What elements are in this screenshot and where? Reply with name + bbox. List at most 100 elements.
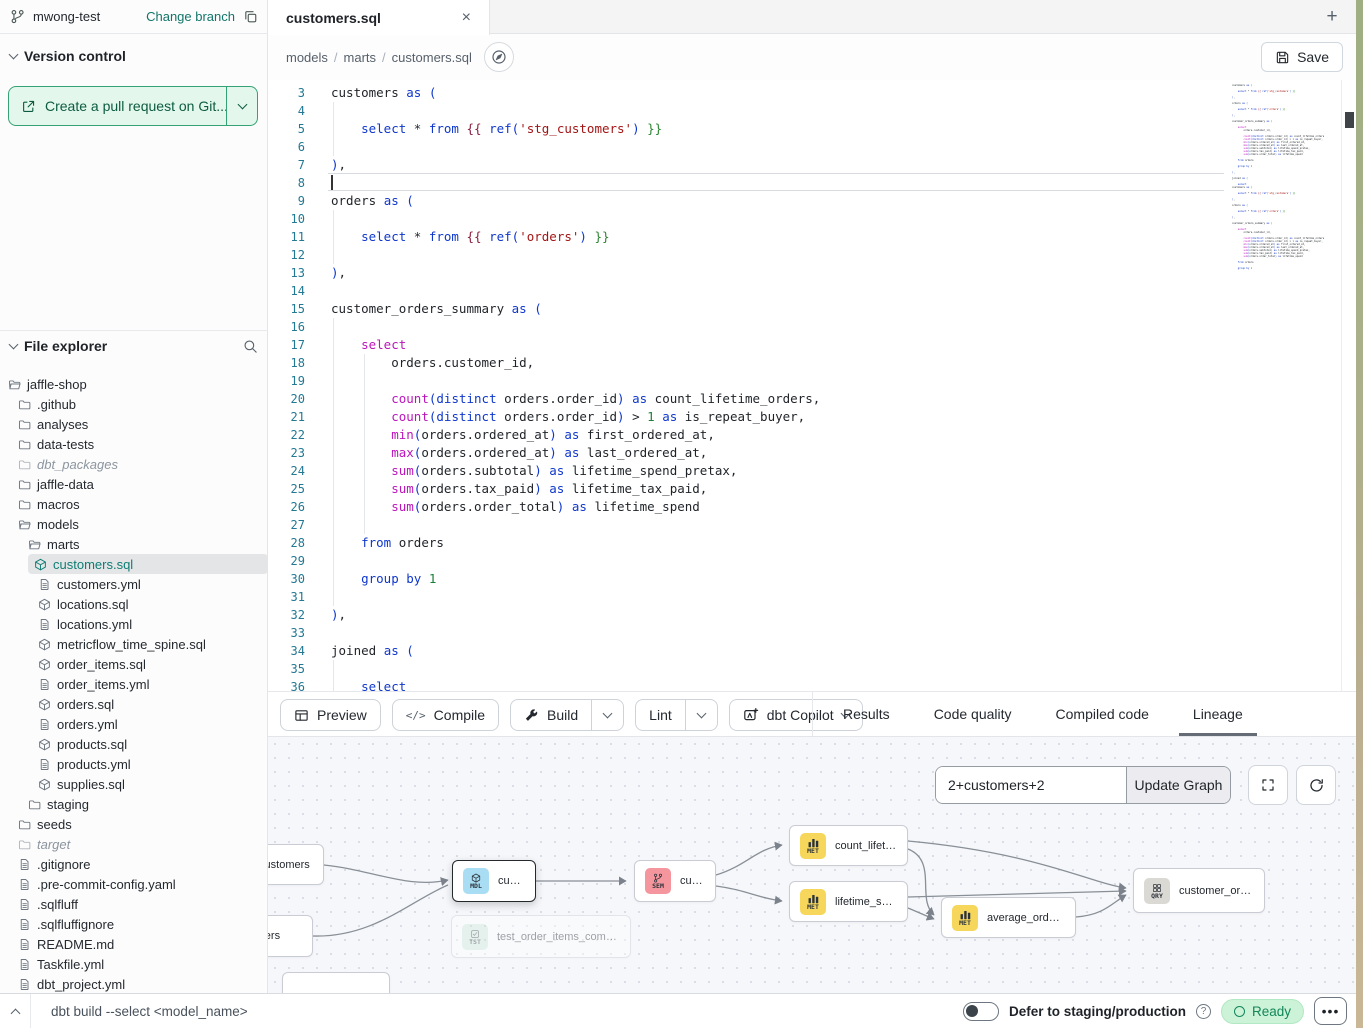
- breadcrumb-item[interactable]: marts: [344, 50, 377, 65]
- file-row-dbt-packages[interactable]: dbt_packages: [0, 454, 268, 474]
- code-line-30[interactable]: 30 group by 1: [268, 570, 1356, 588]
- version-control-header[interactable]: Version control: [0, 34, 267, 72]
- panel-tab-lineage[interactable]: Lineage: [1193, 692, 1243, 736]
- file-row-dbt-project-yml[interactable]: dbt_project.yml: [0, 974, 268, 993]
- code-editor[interactable]: customers as ( select * from {{ ref('stg…: [268, 80, 1356, 691]
- help-icon[interactable]: ?: [1196, 1004, 1211, 1019]
- copy-icon[interactable]: [243, 9, 258, 24]
- file-row-data-tests[interactable]: data-tests: [0, 434, 268, 454]
- file-row-seeds[interactable]: seeds: [0, 814, 268, 834]
- pr-dropdown-caret[interactable]: [227, 87, 257, 125]
- collapse-panel-button[interactable]: [0, 1006, 30, 1017]
- code-line-27[interactable]: 27: [268, 516, 1356, 534]
- code-line-9[interactable]: 9orders as (: [268, 192, 1356, 210]
- file-row-locations-sql[interactable]: locations.sql: [0, 594, 268, 614]
- fullscreen-button[interactable]: [1248, 765, 1288, 805]
- code-line-4[interactable]: 4: [268, 102, 1356, 120]
- build-dropdown-caret[interactable]: [592, 700, 623, 730]
- model-selector-input[interactable]: [936, 767, 1126, 803]
- file-row-products-sql[interactable]: products.sql: [0, 734, 268, 754]
- tab-customers-sql[interactable]: customers.sql ×: [268, 0, 490, 35]
- code-line-32[interactable]: 32),: [268, 606, 1356, 624]
- file-row-staging[interactable]: staging: [0, 794, 268, 814]
- compile-button[interactable]: </> Compile: [392, 699, 499, 731]
- code-line-15[interactable]: 15customer_orders_summary as (: [268, 300, 1356, 318]
- preview-button[interactable]: Preview: [280, 699, 381, 731]
- file-row-models[interactable]: models: [0, 514, 268, 534]
- lineage-node-stg_customers[interactable]: stg_customers: [268, 844, 324, 885]
- file-row-orders-sql[interactable]: orders.sql: [0, 694, 268, 714]
- lineage-node-orders[interactable]: orders: [268, 915, 313, 957]
- file-row--github[interactable]: .github: [0, 394, 268, 414]
- search-icon[interactable]: [243, 339, 258, 354]
- defer-toggle[interactable]: [963, 1002, 999, 1021]
- code-line-33[interactable]: 33: [268, 624, 1356, 642]
- lineage-node-average_order_value[interactable]: METaverage_order_value: [941, 897, 1076, 938]
- file-row-analyses[interactable]: analyses: [0, 414, 268, 434]
- file-row--sqlfluff[interactable]: .sqlfluff: [0, 894, 268, 914]
- file-row-products-yml[interactable]: products.yml: [0, 754, 268, 774]
- code-line-6[interactable]: 6: [268, 138, 1356, 156]
- code-line-28[interactable]: 28 from orders: [268, 534, 1356, 552]
- code-line-36[interactable]: 36 select: [268, 678, 1356, 691]
- code-line-25[interactable]: 25 sum(orders.tax_paid) as lifetime_tax_…: [268, 480, 1356, 498]
- file-explorer-header[interactable]: File explorer: [0, 334, 268, 358]
- lineage-node-partial-bottom[interactable]: [282, 972, 390, 993]
- file-row--pre-commit-config-yaml[interactable]: .pre-commit-config.yaml: [0, 874, 268, 894]
- lint-button[interactable]: Lint: [636, 700, 686, 730]
- file-row-locations-yml[interactable]: locations.yml: [0, 614, 268, 634]
- lineage-panel[interactable]: Update Graph stg_customersorders MDLcusto…: [268, 737, 1363, 993]
- code-line-34[interactable]: 34joined as (: [268, 642, 1356, 660]
- file-row--gitignore[interactable]: .gitignore: [0, 854, 268, 874]
- file-row--sqlfluffignore[interactable]: .sqlfluffignore: [0, 914, 268, 934]
- create-pr-button[interactable]: Create a pull request on Git...: [8, 86, 258, 126]
- build-button[interactable]: Build: [511, 700, 592, 730]
- compass-button[interactable]: [484, 42, 514, 72]
- file-row-order-items-yml[interactable]: order_items.yml: [0, 674, 268, 694]
- file-row-customers-sql[interactable]: customers.sql: [28, 554, 268, 574]
- new-tab-button[interactable]: +: [1319, 4, 1345, 30]
- file-row-supplies-sql[interactable]: supplies.sql: [0, 774, 268, 794]
- code-line-20[interactable]: 20 count(distinct orders.order_id) as co…: [268, 390, 1356, 408]
- panel-tab-compiled-code[interactable]: Compiled code: [1056, 692, 1149, 736]
- code-line-3[interactable]: 3customers as (: [268, 84, 1356, 102]
- lineage-node-customers-semantic[interactable]: SEMcustomers: [634, 860, 716, 902]
- code-line-24[interactable]: 24 sum(orders.subtotal) as lifetime_spen…: [268, 462, 1356, 480]
- file-row-order-items-sql[interactable]: order_items.sql: [0, 654, 268, 674]
- save-button[interactable]: Save: [1261, 42, 1343, 72]
- code-line-10[interactable]: 10: [268, 210, 1356, 228]
- lineage-node-lifetime_spend_pretax[interactable]: METlifetime_spend_pretax: [789, 881, 908, 922]
- refresh-button[interactable]: [1296, 765, 1336, 805]
- code-line-31[interactable]: 31: [268, 588, 1356, 606]
- code-line-29[interactable]: 29: [268, 552, 1356, 570]
- file-row-target[interactable]: target: [0, 834, 268, 854]
- lineage-node-customers-model[interactable]: MDLcustomers: [452, 860, 536, 902]
- code-line-23[interactable]: 23 max(orders.ordered_at) as last_ordere…: [268, 444, 1356, 462]
- code-line-7[interactable]: 7),: [268, 156, 1356, 174]
- file-row-taskfile-yml[interactable]: Taskfile.yml: [0, 954, 268, 974]
- code-line-14[interactable]: 14: [268, 282, 1356, 300]
- file-row-customers-yml[interactable]: customers.yml: [0, 574, 268, 594]
- update-graph-button[interactable]: Update Graph: [1126, 767, 1230, 803]
- file-row-marts[interactable]: marts: [0, 534, 268, 554]
- close-icon[interactable]: ×: [458, 8, 475, 28]
- code-line-19[interactable]: 19: [268, 372, 1356, 390]
- file-row-orders-yml[interactable]: orders.yml: [0, 714, 268, 734]
- more-options-button[interactable]: •••: [1314, 997, 1347, 1025]
- code-line-11[interactable]: 11 select * from {{ ref('orders') }}: [268, 228, 1356, 246]
- command-input[interactable]: dbt build --select <model_name>: [51, 1004, 248, 1019]
- code-line-16[interactable]: 16: [268, 318, 1356, 336]
- code-line-22[interactable]: 22 min(orders.ordered_at) as first_order…: [268, 426, 1356, 444]
- file-row-jaffle-data[interactable]: jaffle-data: [0, 474, 268, 494]
- code-line-35[interactable]: 35: [268, 660, 1356, 678]
- file-row-macros[interactable]: macros: [0, 494, 268, 514]
- code-line-13[interactable]: 13),: [268, 264, 1356, 282]
- breadcrumb-item[interactable]: models: [286, 50, 328, 65]
- code-line-18[interactable]: 18 orders.customer_id,: [268, 354, 1356, 372]
- lineage-node-customer_order_metrics[interactable]: QRYcustomer_order_metrics: [1133, 868, 1265, 913]
- code-line-5[interactable]: 5 select * from {{ ref('stg_customers') …: [268, 120, 1356, 138]
- file-row-readme-md[interactable]: README.md: [0, 934, 268, 954]
- breadcrumb-item[interactable]: customers.sql: [392, 50, 472, 65]
- code-line-21[interactable]: 21 count(distinct orders.order_id) > 1 a…: [268, 408, 1356, 426]
- code-line-26[interactable]: 26 sum(orders.order_total) as lifetime_s…: [268, 498, 1356, 516]
